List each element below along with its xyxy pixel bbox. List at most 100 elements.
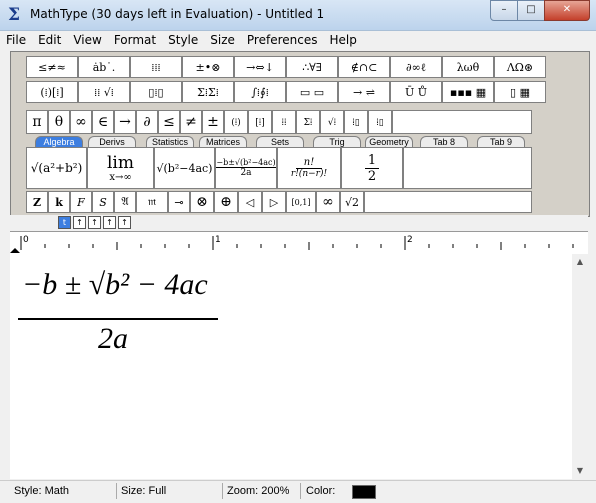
color-swatch[interactable] xyxy=(352,485,376,499)
integrals-palette-button[interactable]: ∫⁞∮⁞ xyxy=(234,81,286,103)
window-title: MathType (30 days left in Evaluation) - … xyxy=(30,7,325,21)
multimap-button[interactable]: ⊸ xyxy=(168,191,190,213)
menu-help[interactable]: Help xyxy=(323,31,362,49)
double-struck-k-button[interactable]: k xyxy=(48,191,70,213)
square-root-button[interactable]: √⁞ xyxy=(320,110,344,134)
greek-lower-palette-button[interactable]: λωθ xyxy=(442,56,494,78)
template-pythagorean[interactable]: √(a²+b²) xyxy=(26,147,87,189)
labeled-arrows-palette-button[interactable]: → ⇌ xyxy=(338,81,390,103)
size-button-2[interactable]: ↑ xyxy=(88,216,101,229)
tab-geometry[interactable]: Geometry xyxy=(365,136,413,147)
scripts-palette-button[interactable]: ▯⁞▯ xyxy=(130,81,182,103)
fractions-radicals-palette-button[interactable]: ⁞⁞ √⁞ xyxy=(78,81,130,103)
minimize-button[interactable]: – xyxy=(490,0,518,21)
left-triangle-button[interactable]: ◁ xyxy=(238,191,262,213)
tab-trig[interactable]: Trig xyxy=(313,136,361,147)
subscript-button[interactable]: ⁞▯ xyxy=(368,110,392,134)
tab-sets[interactable]: Sets xyxy=(256,136,304,147)
fraktur-a-button[interactable]: 𝔄 xyxy=(114,191,136,213)
size-button-1[interactable]: ↑ xyxy=(73,216,86,229)
right-triangle-button[interactable]: ▷ xyxy=(262,191,286,213)
size-button-4[interactable]: ↑ xyxy=(118,216,131,229)
menu-size[interactable]: Size xyxy=(204,31,241,49)
pi-button[interactable]: π xyxy=(26,110,48,134)
fences-palette-button[interactable]: (⁞)[⁞] xyxy=(26,81,78,103)
embellishments-palette-button[interactable]: ⁞⁞⁞ xyxy=(130,56,182,78)
close-button[interactable]: ✕ xyxy=(544,0,590,21)
script-f-button[interactable]: F xyxy=(70,191,92,213)
template-one-half[interactable]: 1 2 xyxy=(341,147,403,189)
spaces-ellipses-palette-button[interactable]: ȧb˙. xyxy=(78,56,130,78)
circled-plus-button[interactable]: ⊕ xyxy=(214,191,238,213)
summation-button[interactable]: Σ⁞ xyxy=(296,110,320,134)
arrows-palette-button[interactable]: →⇔↓ xyxy=(234,56,286,78)
ruler[interactable]: 0 1 2 xyxy=(10,231,588,255)
template-limit[interactable]: lim x→∞ xyxy=(87,147,154,189)
less-equal-button[interactable]: ≤ xyxy=(158,110,180,134)
summation-palette-button[interactable]: Σ⁞Σ⁞ xyxy=(182,81,234,103)
tab-algebra[interactable]: Algebra xyxy=(35,136,83,147)
fraktur-m-button[interactable]: 𝔪 xyxy=(136,191,168,213)
misc-symbols-palette-button[interactable]: ∂∞ℓ xyxy=(390,56,442,78)
bars-palette-button[interactable]: ▭ ▭ xyxy=(286,81,338,103)
right-arrow-button[interactable]: → xyxy=(114,110,136,134)
menu-file[interactable]: File xyxy=(0,31,32,49)
template-one-half-bottom: 2 xyxy=(367,168,377,184)
tab-statistics[interactable]: Statistics xyxy=(146,136,194,147)
empty-bottom-slot[interactable] xyxy=(364,191,532,213)
size-button-tiny[interactable]: t xyxy=(58,216,71,229)
tab-matrices[interactable]: Matrices xyxy=(199,136,247,147)
greek-upper-palette-button[interactable]: ΛΩ⊛ xyxy=(494,56,546,78)
element-of-button[interactable]: ∈ xyxy=(92,110,114,134)
menu-format[interactable]: Format xyxy=(108,31,162,49)
relations-palette-button[interactable]: ≤≠≈ xyxy=(26,56,78,78)
menu-view[interactable]: View xyxy=(67,31,107,49)
circled-times-button[interactable]: ⊗ xyxy=(190,191,214,213)
status-divider xyxy=(300,483,301,499)
scroll-down-icon[interactable]: ▼ xyxy=(572,463,588,479)
equation-editor[interactable]: −b ± √b² − 4ac 2a xyxy=(10,254,572,479)
tab-derivs[interactable]: Derivs xyxy=(88,136,136,147)
status-style: Style: Math xyxy=(14,485,70,497)
not-equal-button[interactable]: ≠ xyxy=(180,110,202,134)
superscript-button[interactable]: ⁞▯ xyxy=(344,110,368,134)
plus-minus-button[interactable]: ± xyxy=(202,110,224,134)
template-combination[interactable]: n! r!(n−r)! xyxy=(277,147,341,189)
template-discriminant[interactable]: √(b²−4ac) xyxy=(154,147,215,189)
interval-button[interactable]: [0,1] xyxy=(286,191,316,213)
tab-8[interactable]: Tab 8 xyxy=(420,136,468,147)
ruler-mark-2: 2 xyxy=(407,235,413,245)
template-combination-top: n! xyxy=(295,157,323,169)
infinity-small-button[interactable]: ∞ xyxy=(316,191,340,213)
template-quadratic[interactable]: −b±√(b²−4ac) 2a xyxy=(215,147,277,189)
sets-palette-button[interactable]: ∉∩⊂ xyxy=(338,56,390,78)
products-palette-button[interactable]: Ū Ů xyxy=(390,81,442,103)
operators-palette-button[interactable]: ±•⊗ xyxy=(182,56,234,78)
double-struck-z-button[interactable]: Z xyxy=(26,191,48,213)
script-s-button[interactable]: S xyxy=(92,191,114,213)
empty-small-bar-slot[interactable] xyxy=(392,110,532,134)
brackets-button[interactable]: [⁞] xyxy=(248,110,272,134)
empty-template-slot[interactable] xyxy=(403,147,532,189)
infinity-button[interactable]: ∞ xyxy=(70,110,92,134)
tab-9[interactable]: Tab 9 xyxy=(477,136,525,147)
partial-button[interactable]: ∂ xyxy=(136,110,158,134)
sqrt-two-button[interactable]: √2 xyxy=(340,191,364,213)
logic-palette-button[interactable]: ∴∀∃ xyxy=(286,56,338,78)
equation-denominator: 2a xyxy=(98,322,128,355)
template-quadratic-top: −b±√(b²−4ac) xyxy=(216,158,276,168)
matrices-palette-button[interactable]: ▪▪▪ ▦ xyxy=(442,81,494,103)
menu-edit[interactable]: Edit xyxy=(32,31,67,49)
status-color-label: Color: xyxy=(306,485,336,497)
fraction-button[interactable]: ⁞⁞ xyxy=(272,110,296,134)
parentheses-button[interactable]: (⁞) xyxy=(224,110,248,134)
menu-style[interactable]: Style xyxy=(162,31,204,49)
theta-button[interactable]: θ xyxy=(48,110,70,134)
scroll-up-icon[interactable]: ▲ xyxy=(572,254,588,270)
size-button-3[interactable]: ↑ xyxy=(103,216,116,229)
maximize-button[interactable]: □ xyxy=(517,0,545,21)
boxes-palette-button[interactable]: ▯ ▦ xyxy=(494,81,546,103)
vertical-scrollbar[interactable]: ▲ ▼ xyxy=(572,254,588,479)
window-controls: – □ ✕ xyxy=(490,0,590,21)
menu-preferences[interactable]: Preferences xyxy=(241,31,324,49)
